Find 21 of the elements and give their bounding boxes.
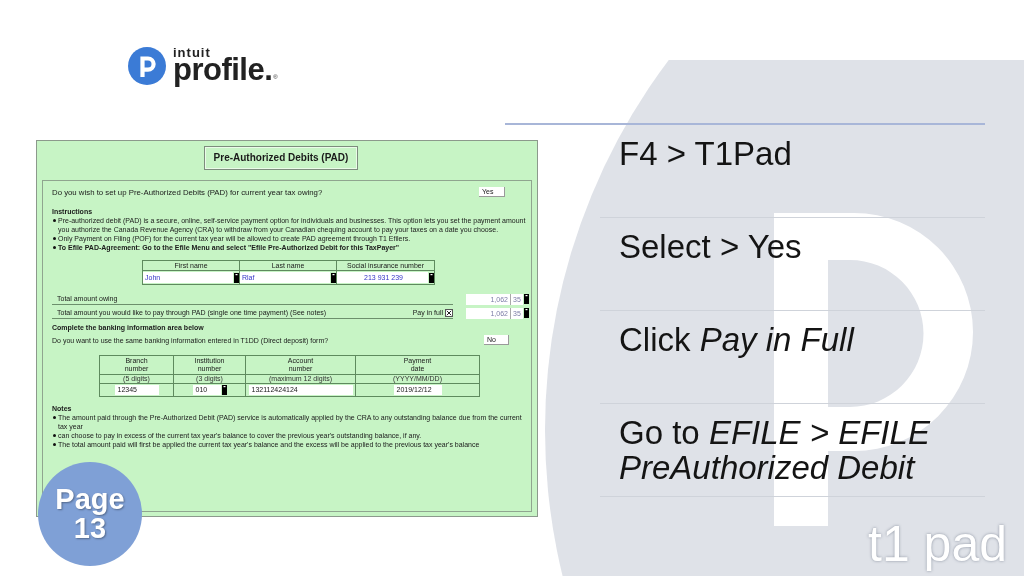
logo-company-text: intuit [173,47,211,58]
step-text: Click Pay in Full [619,321,854,358]
checkbox[interactable] [445,309,453,317]
field-tab-icon[interactable] [524,308,529,318]
field-tab-icon[interactable] [234,272,239,283]
bullet-icon [53,443,56,446]
letter-p-circle-icon [128,47,166,85]
field-tab-icon[interactable] [221,385,227,395]
step-text: Select > Yes [619,228,802,265]
bullet-icon [53,416,56,419]
page-badge: Page 13 [38,462,142,566]
bullet-icon [53,219,56,222]
field-tab-icon[interactable] [524,294,529,304]
step-text: F4 > T1Pad [619,135,792,172]
bullet-icon [53,237,56,240]
bullet-icon [53,434,56,437]
field-tab-icon[interactable] [331,272,336,283]
step-text: Go to EFILE > EFILE PreAuthorized Debit [619,414,930,486]
bullet-icon [53,246,56,249]
form-title: Pre-Authorized Debits (PAD) [203,146,359,170]
field-tab-icon[interactable] [429,272,434,283]
